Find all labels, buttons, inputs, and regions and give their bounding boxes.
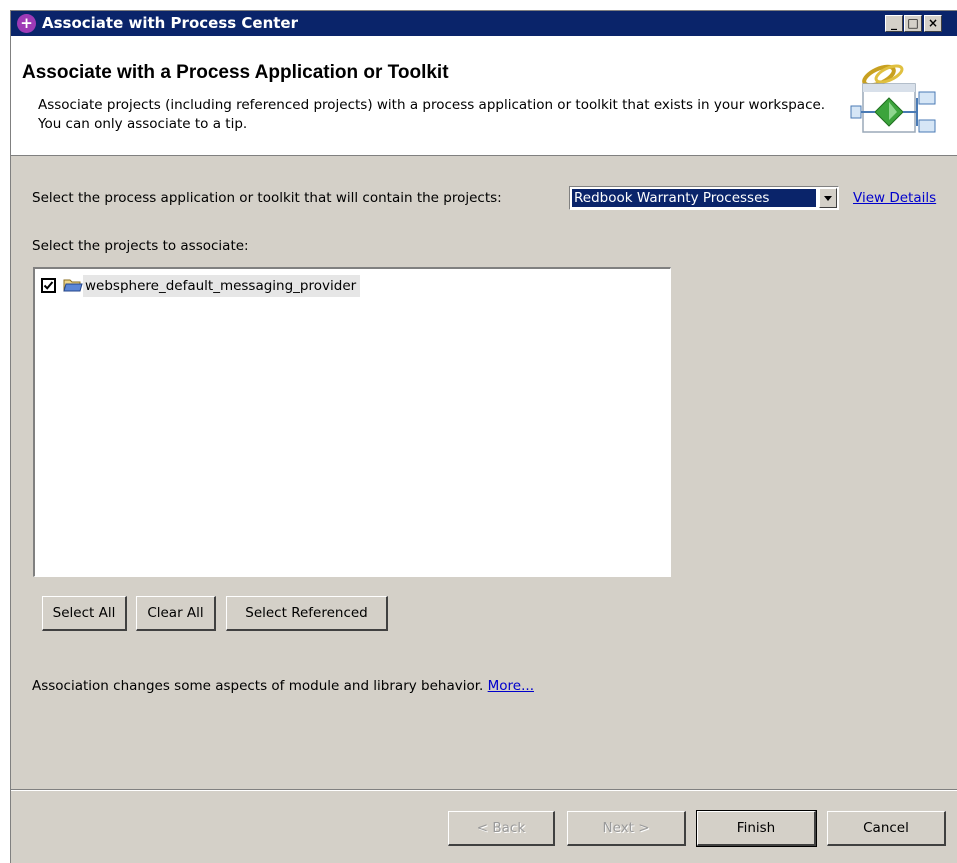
back-button[interactable]: < Back	[448, 811, 555, 846]
projects-label: Select the projects to associate:	[32, 238, 249, 254]
association-note: Association changes some aspects of modu…	[32, 678, 534, 694]
minimize-button[interactable]: _	[885, 15, 903, 32]
projects-list[interactable]: websphere_default_messaging_provider	[33, 267, 671, 577]
association-note-text: Association changes some aspects of modu…	[32, 678, 484, 694]
project-name: websphere_default_messaging_provider	[83, 275, 361, 297]
project-checkbox[interactable]	[41, 278, 56, 293]
wizard-header: Associate with a Process Application or …	[11, 36, 957, 156]
more-link[interactable]: More...	[488, 678, 534, 694]
page-description: Associate projects (including referenced…	[38, 97, 826, 132]
finish-button[interactable]: Finish	[696, 810, 817, 847]
clear-all-button[interactable]: Clear All	[136, 596, 216, 631]
cancel-button[interactable]: Cancel	[827, 811, 946, 846]
select-all-button[interactable]: Select All	[42, 596, 127, 631]
window-title: Associate with Process Center	[42, 14, 299, 32]
maximize-button[interactable]: □	[904, 15, 922, 32]
associate-dialog: + Associate with Process Center _ □ × As…	[10, 10, 957, 863]
view-details-link[interactable]: View Details	[853, 190, 936, 206]
page-title: Associate with a Process Application or …	[22, 62, 449, 83]
title-bar[interactable]: + Associate with Process Center _ □ ×	[11, 11, 957, 36]
process-app-selected-value: Redbook Warranty Processes	[572, 189, 816, 207]
next-button[interactable]: Next >	[567, 811, 686, 846]
process-association-icon	[850, 64, 936, 133]
project-folder-icon	[63, 279, 83, 292]
chevron-down-icon[interactable]	[819, 188, 837, 208]
checkmark-icon	[43, 281, 54, 290]
close-button[interactable]: ×	[924, 15, 942, 32]
select-referenced-button[interactable]: Select Referenced	[226, 596, 388, 631]
footer-separator	[11, 789, 957, 791]
container-select-label: Select the process application or toolki…	[32, 190, 502, 206]
process-app-dropdown[interactable]: Redbook Warranty Processes	[569, 186, 839, 210]
process-center-icon: +	[17, 14, 36, 33]
